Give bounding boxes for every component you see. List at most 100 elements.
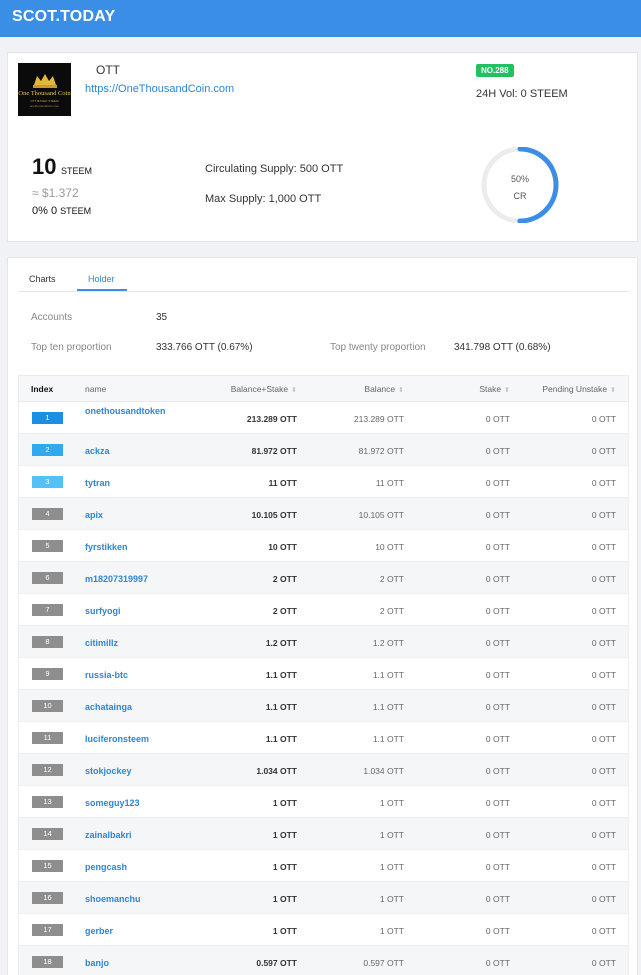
token-website-link[interactable]: https://OneThousandCoin.com xyxy=(85,83,234,95)
col-pending-unstake[interactable]: Pending Unstake ⬍ xyxy=(542,384,616,394)
holder-name-link[interactable]: stokjockey xyxy=(85,765,169,777)
balance-stake-value: 1.1 OTT xyxy=(265,670,297,680)
col-name: name xyxy=(85,384,107,394)
rank-index-badge: 9 xyxy=(32,668,63,680)
rank-index-badge: 5 xyxy=(32,540,63,552)
holder-name-link[interactable]: apix xyxy=(85,509,169,521)
balance-value: 1.2 OTT xyxy=(372,638,404,648)
col-balance[interactable]: Balance ⬍ xyxy=(364,384,404,394)
top-twenty-label: Top twenty proportion xyxy=(330,342,426,353)
balance-stake-value: 1.1 OTT xyxy=(265,702,297,712)
top-ten-label: Top ten proportion xyxy=(31,342,112,353)
sort-icon[interactable]: ⬍ xyxy=(504,387,510,394)
pending-unstake-value: 0 OTT xyxy=(591,702,616,712)
holder-name-link[interactable]: onethousandtoken xyxy=(85,405,169,417)
brand-logo[interactable]: SCOT.TODAY xyxy=(12,8,115,26)
balance-stake-value: 2 OTT xyxy=(272,606,297,616)
token-price-unit: STEEM xyxy=(61,166,93,176)
table-row: 17 gerber 1 OTT 1 OTT 0 OTT 0 OTT xyxy=(18,914,629,946)
pending-unstake-value: 0 OTT xyxy=(591,414,616,424)
rank-index-badge: 15 xyxy=(32,860,63,872)
balance-value: 1 OTT xyxy=(379,926,404,936)
holder-name-link[interactable]: luciferonsteem xyxy=(85,733,169,745)
table-row: 11 luciferonsteem 1.1 OTT 1.1 OTT 0 OTT 0 OTT xyxy=(18,722,629,754)
rank-index-badge: 16 xyxy=(32,892,63,904)
rank-index-badge: 7 xyxy=(32,604,63,616)
table-row: 12 stokjockey 1.034 OTT 1.034 OTT 0 OTT 0 OTT xyxy=(18,754,629,786)
tab-holder[interactable]: Holder xyxy=(88,274,115,284)
pending-unstake-value: 0 OTT xyxy=(591,894,616,904)
volume-24h: 24H Vol: 0 STEEM xyxy=(476,88,568,100)
price-change: 0% 0 STEEM xyxy=(32,205,92,217)
holder-name-link[interactable]: pengcash xyxy=(85,861,169,873)
balance-value: 1.1 OTT xyxy=(372,734,404,744)
balance-stake-value: 213.289 OTT xyxy=(246,414,297,424)
rank-index-badge: 14 xyxy=(32,828,63,840)
col-balance-stake[interactable]: Balance+Stake ⬍ xyxy=(231,384,297,394)
cr-percent: 50% xyxy=(510,174,529,184)
pending-unstake-value: 0 OTT xyxy=(591,830,616,840)
stake-value: 0 OTT xyxy=(485,414,510,424)
rank-index-badge: 8 xyxy=(32,636,63,648)
table-row: 7 surfyogi 2 OTT 2 OTT 0 OTT 0 OTT xyxy=(18,594,629,626)
holder-name-link[interactable]: achatainga xyxy=(85,701,169,713)
balance-stake-value: 2 OTT xyxy=(272,574,297,584)
holder-name-link[interactable]: zainalbakri xyxy=(85,829,169,841)
col-index: Index xyxy=(31,384,54,394)
stake-value: 0 OTT xyxy=(485,734,510,744)
top-bar: SCOT.TODAY xyxy=(0,0,641,37)
pending-unstake-value: 0 OTT xyxy=(591,926,616,936)
pending-unstake-value: 0 OTT xyxy=(591,606,616,616)
balance-value: 1.1 OTT xyxy=(372,670,404,680)
table-row: 5 fyrstikken 10 OTT 10 OTT 0 OTT 0 OTT xyxy=(18,530,629,562)
holder-name-link[interactable]: m18207319997 xyxy=(85,573,169,585)
balance-stake-value: 1.034 OTT xyxy=(256,766,297,776)
holder-name-link[interactable]: tytran xyxy=(85,477,169,489)
logo-subtitle: OTT BASED STEEM xyxy=(30,99,59,103)
rank-index-badge: 1 xyxy=(32,412,63,424)
holder-panel: Charts Holder Accounts 3 5 Top ten propor… xyxy=(7,257,638,975)
table-row: 14 zainalbakri 1 OTT 1 OTT 0 OTT 0 OTT xyxy=(18,818,629,850)
rank-index-badge: 18 xyxy=(32,956,63,968)
tab-charts[interactable]: Charts xyxy=(29,274,56,284)
col-stake[interactable]: Stake ⬍ xyxy=(479,384,510,394)
holder-name-link[interactable]: someguy123 xyxy=(85,797,169,809)
stake-value: 0 OTT xyxy=(485,798,510,808)
accounts-label: Accounts xyxy=(31,312,73,323)
balance-value: 10.105 OTT xyxy=(358,510,404,520)
usd-price: ≈ $1.372 xyxy=(32,186,79,200)
table-row: 16 shoemanchu 1 OTT 1 OTT 0 OTT 0 OTT xyxy=(18,882,629,914)
stake-value: 0 OTT xyxy=(485,766,510,776)
stake-value: 0 OTT xyxy=(485,510,510,520)
balance-value: 11 OTT xyxy=(375,478,404,488)
stake-value: 0 OTT xyxy=(485,958,510,968)
balance-value: 1 OTT xyxy=(379,894,404,904)
sort-icon[interactable]: ⬍ xyxy=(291,387,297,394)
holder-name-link[interactable]: russia-btc xyxy=(85,669,169,681)
holder-name-link[interactable]: shoemanchu xyxy=(85,893,169,905)
rank-index-badge: 3 xyxy=(32,476,63,488)
stake-value: 0 OTT xyxy=(485,926,510,936)
stake-value: 0 OTT xyxy=(485,894,510,904)
table-row: 4 apix 10.105 OTT 10.105 OTT 0 OTT 0 OTT xyxy=(18,498,629,530)
stake-value: 0 OTT xyxy=(485,702,510,712)
pending-unstake-value: 0 OTT xyxy=(591,638,616,648)
cr-gauge xyxy=(481,147,559,223)
table-body: 1 onethousandtoken 213.289 OTT 213.289 OTT 0… xyxy=(18,402,629,975)
holder-name-link[interactable]: fyrstikken xyxy=(85,541,169,553)
balance-stake-value: 1 OTT xyxy=(272,926,297,936)
holder-name-link[interactable]: citimillz xyxy=(85,637,169,649)
max-supply: Max Supply: 1,000 OTT xyxy=(205,193,322,205)
holder-name-link[interactable]: gerber xyxy=(85,925,169,937)
holder-name-link[interactable]: surfyogi xyxy=(85,605,169,617)
sort-icon[interactable]: ⬍ xyxy=(398,387,404,394)
holder-name-link[interactable]: banjo xyxy=(85,957,169,969)
stake-value: 0 OTT xyxy=(485,478,510,488)
sort-icon[interactable]: ⬍ xyxy=(610,387,616,394)
balance-stake-value: 11 OTT xyxy=(268,478,297,488)
holder-name-link[interactable]: ackza xyxy=(85,445,169,457)
stake-value: 0 OTT xyxy=(485,606,510,616)
table-row: 10 achatainga 1.1 OTT 1.1 OTT 0 OTT 0 OTT xyxy=(18,690,629,722)
stake-value: 0 OTT xyxy=(485,542,510,552)
pending-unstake-value: 0 OTT xyxy=(591,766,616,776)
